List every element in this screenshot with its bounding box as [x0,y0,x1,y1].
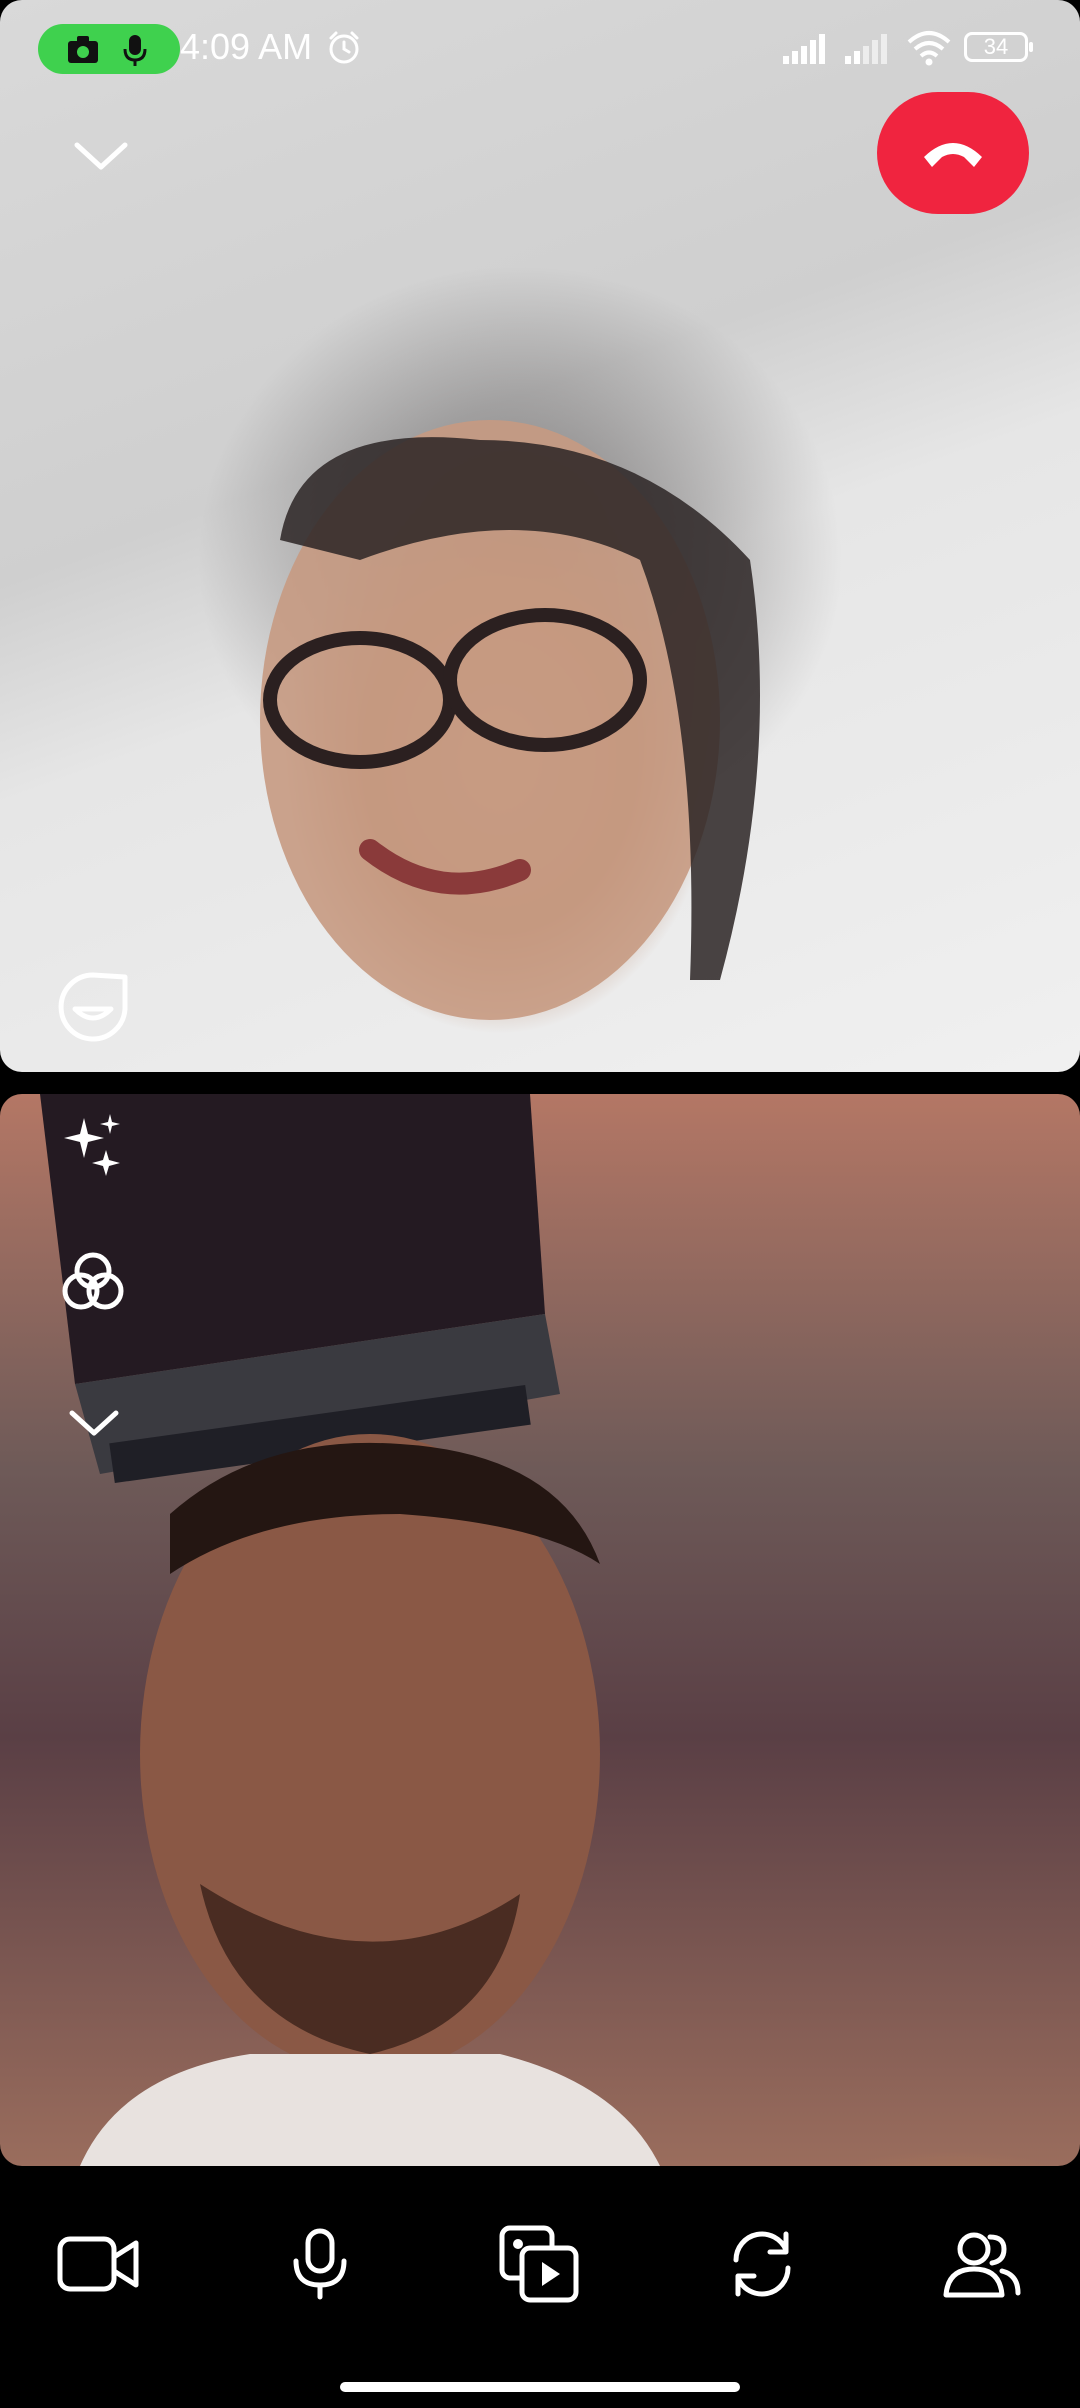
reactions-button[interactable] [52,966,134,1048]
phone-hangup-icon [924,143,982,167]
signal-strength-secondary-icon [845,34,887,64]
video-camera-icon [57,2236,139,2292]
camera-toggle-button[interactable] [48,2214,148,2314]
more-options-button[interactable] [62,1400,126,1444]
chevron-down-icon [74,142,128,170]
battery-level: 34 [983,34,1009,59]
recording-indicator [38,24,180,74]
people-icon [943,2232,1021,2298]
end-call-button[interactable] [877,92,1029,214]
emoji-reaction-icon [58,972,128,1042]
microphone-toggle-button[interactable] [270,2214,370,2314]
sparkles-icon [64,1114,120,1176]
chevron-down-icon [69,1410,119,1436]
signal-strength-icon [783,34,825,64]
effects-button[interactable] [56,1108,130,1182]
video-call-screen: 4:09 AM 34 [0,0,1080,2408]
status-time: 4:09 AM [180,26,313,67]
filters-icon [62,1252,124,1310]
microphone-icon [293,2228,347,2300]
home-indicator[interactable] [340,2382,740,2392]
local-participant-image [40,1094,660,2166]
wifi-icon [907,31,951,66]
participants-button[interactable] [932,2214,1032,2314]
microphone-icon [123,35,147,66]
status-bar: 4:09 AM 34 [0,0,1080,100]
collapse-call-button[interactable] [66,130,136,180]
camera-icon [68,36,98,63]
media-share-icon [499,2225,579,2303]
call-controls-bar [0,2166,1080,2408]
flip-camera-button[interactable] [712,2214,812,2314]
local-video-feed [0,1094,1080,2166]
filters-button[interactable] [56,1246,130,1320]
flip-camera-icon [733,2231,791,2297]
share-media-button[interactable] [490,2214,590,2314]
alarm-icon [329,31,359,64]
battery-indicator: 34 [964,32,1033,62]
